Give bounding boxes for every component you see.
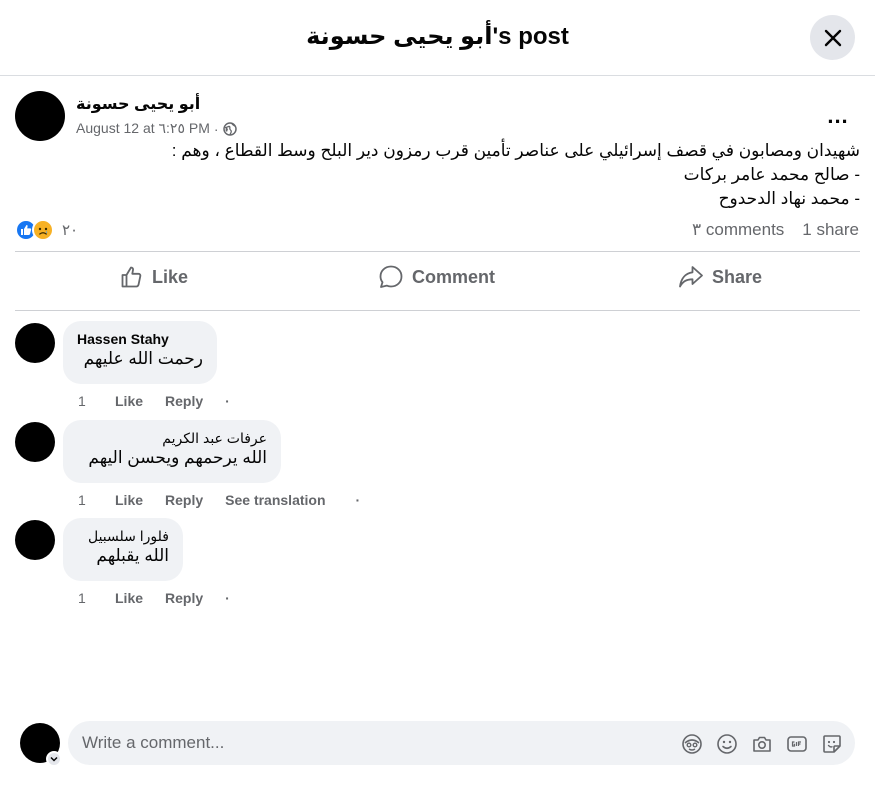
comment-text: الله يقبلهم: [96, 546, 169, 565]
comment-bubble: عرفات عبد الكريم الله يرحمهم ويحسن اليهم: [63, 420, 281, 483]
comment-time[interactable]: 1: [78, 492, 115, 508]
commenter-avatar[interactable]: [15, 520, 55, 560]
comment-more-dot[interactable]: ·: [225, 590, 230, 606]
comment-time[interactable]: 1: [78, 590, 115, 606]
composer-avatar-wrap[interactable]: [20, 723, 62, 767]
sticker-icon[interactable]: [820, 732, 843, 755]
post-text: شهيدان ومصابون في قصف إسرائيلي على عناصر…: [60, 139, 860, 211]
close-icon: [824, 29, 841, 46]
comment-bubble: Hassen Stahy رحمت الله عليهم: [63, 321, 217, 384]
comment-like-button[interactable]: Like: [115, 492, 143, 508]
camera-icon[interactable]: [750, 732, 773, 755]
post-more-button[interactable]: ...: [822, 100, 854, 132]
author-name[interactable]: أبو يحيى حسونة: [76, 94, 200, 114]
divider-bottom: [15, 310, 860, 311]
comment-reply-button[interactable]: Reply: [165, 492, 203, 508]
comment-more-dot[interactable]: ·: [225, 393, 230, 409]
comment-actions: 1 Like Reply See translation ·: [78, 492, 360, 508]
post-line-2: - صالح محمد عامر بركات: [683, 165, 860, 184]
divider-top: [15, 251, 860, 252]
comment-like-button[interactable]: Like: [115, 393, 143, 409]
commenter-avatar[interactable]: [15, 422, 55, 462]
post-meta: August 12 at ٦:٢٥ PM ·: [76, 120, 237, 137]
reaction-count: ٢٠: [62, 222, 79, 239]
commenter-name[interactable]: فلورا سلسبيل: [77, 527, 169, 545]
comment-button[interactable]: Comment: [378, 258, 495, 296]
post-counts: ٣ comments 1 share: [692, 220, 859, 240]
commenter-avatar[interactable]: [15, 323, 55, 363]
close-button[interactable]: [810, 15, 855, 60]
comment-reply-button[interactable]: Reply: [165, 590, 203, 606]
share-button[interactable]: Share: [678, 258, 762, 296]
composer-tools: [680, 732, 843, 755]
post-line-3: - محمد نهاد الدحدوح: [718, 189, 860, 208]
comment-like-button[interactable]: Like: [115, 590, 143, 606]
more-dots-icon: ...: [827, 103, 849, 128]
comment-label: Comment: [412, 266, 496, 287]
comment-text: رحمت الله عليهم: [83, 349, 203, 368]
dialog-header: أبو يحيى حسونة's post: [0, 0, 875, 76]
thumbs-up-icon: [121, 266, 142, 288]
author-avatar[interactable]: [15, 91, 65, 141]
comment-more-dot[interactable]: ·: [356, 492, 361, 508]
comment-time[interactable]: 1: [78, 393, 115, 409]
globe-icon: [222, 121, 237, 136]
comments-count[interactable]: ٣ comments: [692, 220, 784, 240]
chevron-down-icon[interactable]: [46, 751, 62, 767]
share-label: Share: [712, 266, 763, 287]
gif-icon[interactable]: [785, 732, 808, 755]
comment-text: الله يرحمهم ويحسن اليهم: [88, 448, 267, 467]
emoji-icon[interactable]: [715, 732, 738, 755]
comment-bubble: فلورا سلسبيل الله يقبلهم: [63, 518, 183, 581]
shares-count[interactable]: 1 share: [802, 220, 859, 240]
commenter-name[interactable]: Hassen Stahy: [77, 330, 203, 348]
like-button[interactable]: Like: [120, 258, 188, 296]
comment-actions: 1 Like Reply ·: [78, 393, 230, 409]
avatar-sticker-icon[interactable]: [680, 732, 703, 755]
like-label: Like: [152, 266, 189, 287]
commenter-name[interactable]: عرفات عبد الكريم: [77, 429, 267, 447]
dialog-title: أبو يحيى حسونة's post: [306, 23, 569, 50]
comment-reply-button[interactable]: Reply: [165, 393, 203, 409]
see-translation-button[interactable]: See translation: [225, 492, 325, 508]
post-line-1: شهيدان ومصابون في قصف إسرائيلي على عناصر…: [171, 141, 860, 160]
reactions-summary[interactable]: ٢٠: [15, 219, 78, 241]
post-date[interactable]: August 12 at ٦:٢٥ PM: [76, 120, 210, 137]
share-icon: [679, 266, 703, 288]
comment-actions: 1 Like Reply ·: [78, 590, 230, 606]
comment-icon: [379, 265, 403, 288]
meta-separator: ·: [213, 120, 219, 137]
sad-reaction-icon: [32, 219, 54, 241]
